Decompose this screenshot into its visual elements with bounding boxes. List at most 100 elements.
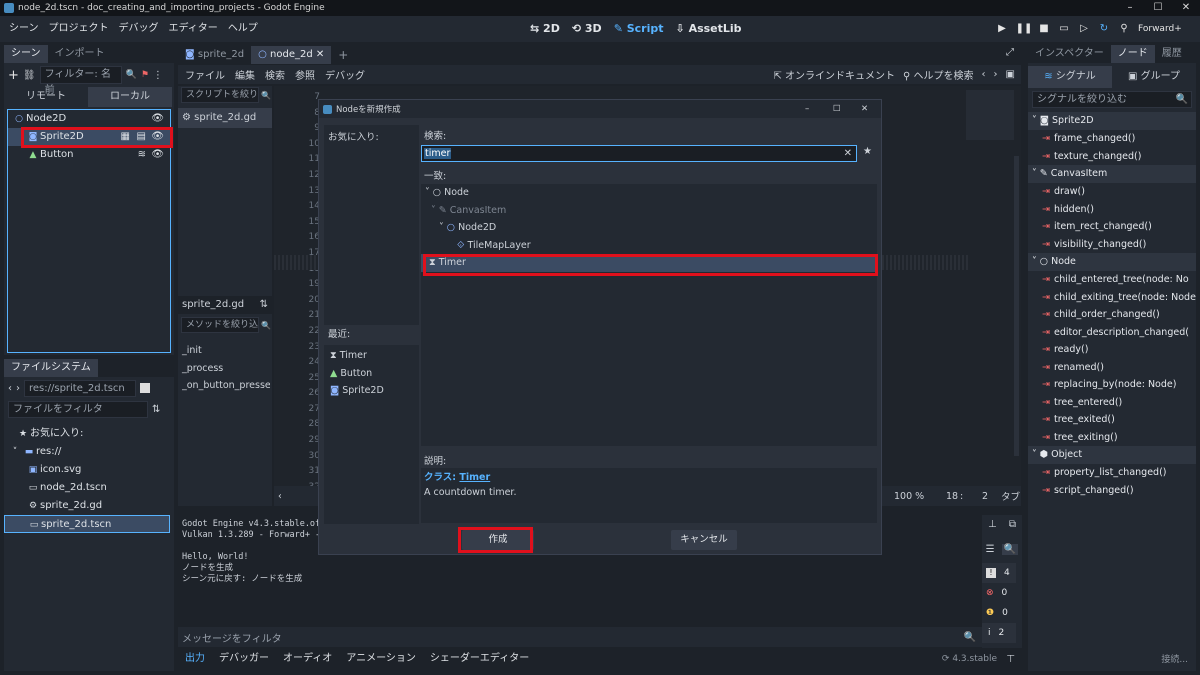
signal-filter-input[interactable]: シグナルを絞り込む 🔍 — [1032, 91, 1192, 108]
remote-debug-icon[interactable]: ▭ — [1054, 16, 1074, 42]
tab-filesystem[interactable]: ファイルシステム — [4, 359, 98, 377]
dialog-close-button[interactable]: ✕ — [861, 104, 868, 114]
sort-icon[interactable]: ⇅ — [260, 296, 268, 314]
file-item[interactable]: ▭ node_2d.tscn — [4, 479, 174, 497]
tab-output[interactable]: 出力 — [178, 650, 212, 668]
add-tab-icon[interactable]: + — [331, 46, 355, 64]
info-count[interactable]: ⅰ2 — [982, 623, 1016, 643]
signal-item[interactable]: ⇥ frame_changed() — [1028, 130, 1196, 148]
method-item[interactable]: _process — [182, 360, 270, 378]
back-icon[interactable]: ‹ — [8, 383, 12, 394]
match-node[interactable]: ˅ ○ Node — [421, 184, 877, 202]
match-tilemaplayer[interactable]: ⟐ TileMapLayer — [421, 237, 877, 255]
maximize-button[interactable]: ☐ — [1144, 0, 1172, 16]
signal-item[interactable]: ⇥ child_order_changed() — [1028, 306, 1196, 324]
tree-node-button[interactable]: ▲ Button ≋ 👁 — [8, 146, 170, 164]
collapse-icon[interactable]: ☰ — [986, 544, 995, 555]
match-node2d[interactable]: ˅ ○ Node2D — [421, 219, 877, 237]
console-filter-input[interactable]: メッセージをフィルタ — [178, 630, 282, 645]
close-window-button[interactable]: ✕ — [1172, 0, 1200, 16]
stop-icon[interactable]: ■ — [1034, 16, 1054, 42]
tab-signals[interactable]: ≋ シグナル — [1028, 66, 1112, 88]
signal-item[interactable]: ⇥ draw() — [1028, 183, 1196, 201]
signal-item[interactable]: ⇥ replacing_by(node: Node) — [1028, 376, 1196, 394]
tab-shader-editor[interactable]: シェーダーエディター — [423, 650, 536, 668]
script-menu-search[interactable]: 検索 — [260, 67, 290, 82]
file-filter-input[interactable]: ファイルをフィルタ — [8, 400, 148, 418]
signal-group[interactable]: ˅ ○ Node — [1028, 253, 1196, 271]
tab-scene[interactable]: シーン — [4, 45, 48, 63]
signal-item[interactable]: ⇥ tree_entered() — [1028, 394, 1196, 412]
dialog-minimize-button[interactable]: – — [805, 104, 809, 114]
script-filter-input[interactable]: スクリプトを絞り込む — [181, 87, 259, 103]
help-search-link[interactable]: ⚲ ヘルプを検索 — [903, 67, 974, 82]
menu-project[interactable]: プロジェクト — [44, 16, 114, 42]
close-icon[interactable]: ✕ — [316, 49, 324, 60]
workspace-3d[interactable]: ⟲ 3D — [572, 16, 602, 42]
script-menu-goto[interactable]: 参照 — [290, 67, 320, 82]
menu-help[interactable]: ヘルプ — [223, 16, 263, 42]
add-node-icon[interactable]: + — [8, 68, 19, 83]
signal-item[interactable]: ⇥ tree_exited() — [1028, 411, 1196, 429]
dialog-maximize-button[interactable]: ☐ — [833, 104, 841, 114]
signal-icon[interactable]: ≋ — [138, 146, 146, 164]
workspace-script[interactable]: ✎ Script — [614, 16, 664, 42]
tab-local[interactable]: ローカル — [88, 87, 172, 107]
tree-node-node2d[interactable]: ○ Node2D 👁 — [8, 110, 170, 128]
message-count[interactable]: ! 4 — [982, 563, 1016, 583]
tab-sprite2d[interactable]: ◙ sprite_2d — [178, 46, 251, 64]
forward-icon[interactable]: › — [16, 383, 20, 394]
connect-button[interactable]: 接続... — [1161, 652, 1188, 665]
visibility-icon[interactable]: 👁 — [151, 146, 164, 164]
method-filter-input[interactable]: メソッドを絞り込む — [181, 317, 259, 333]
workspace-assetlib[interactable]: ⇩ AssetLib — [676, 16, 742, 42]
toggle-panel-icon[interactable]: ‹ — [278, 491, 282, 502]
workspace-2d[interactable]: ⇆ 2D — [530, 16, 560, 42]
next-icon[interactable]: › — [994, 69, 998, 80]
tab-groups[interactable]: ▣ グループ — [1112, 66, 1196, 88]
tab-animation[interactable]: アニメーション — [339, 650, 423, 668]
clear-search-icon[interactable]: ✕ — [844, 146, 852, 161]
menu-debug[interactable]: デバッグ — [114, 16, 164, 42]
copy-icon[interactable]: ⧉ — [1009, 519, 1016, 530]
link-icon[interactable]: ⛓ — [23, 70, 36, 81]
file-item[interactable]: ▣ icon.svg — [4, 461, 174, 479]
panel-toggle-icon[interactable]: ▣ — [1006, 69, 1015, 80]
script-menu-file[interactable]: ファイル — [180, 67, 230, 82]
online-docs-link[interactable]: ⇱ オンラインドキュメント — [773, 67, 895, 82]
prev-icon[interactable]: ‹ — [982, 69, 986, 80]
tab-history[interactable]: 履歴 — [1155, 45, 1189, 63]
file-item[interactable]: ⚙ sprite_2d.gd — [4, 497, 174, 515]
signal-item[interactable]: ⇥ visibility_changed() — [1028, 236, 1196, 254]
star-icon[interactable]: ★ — [863, 146, 872, 157]
signal-item[interactable]: ⇥ tree_exiting() — [1028, 429, 1196, 447]
play-scene-icon[interactable]: ▷ — [1074, 16, 1094, 42]
file-item-selected[interactable]: ▭ sprite_2d.tscn — [4, 515, 170, 533]
movie-icon[interactable]: ⚲ — [1114, 16, 1134, 42]
signal-item[interactable]: ⇥ property_list_changed() — [1028, 464, 1196, 482]
tab-audio[interactable]: オーディオ — [276, 650, 339, 668]
signal-item[interactable]: ⇥ item_rect_changed() — [1028, 218, 1196, 236]
error-count[interactable]: ⊗ 0 — [982, 583, 1016, 603]
signal-item[interactable]: ⇥ child_entered_tree(node: No — [1028, 271, 1196, 289]
script-menu-debug[interactable]: デバッグ — [320, 67, 370, 82]
method-item[interactable]: _init — [182, 342, 270, 360]
script-menu-edit[interactable]: 編集 — [230, 67, 260, 82]
recent-item[interactable]: ◙ Sprite2D — [324, 382, 419, 400]
visibility-icon[interactable]: 👁 — [151, 110, 164, 128]
warning-count[interactable]: ❶0 — [982, 603, 1016, 623]
signal-item[interactable]: ⇥ texture_changed() — [1028, 148, 1196, 166]
signal-item[interactable]: ⇥ script_changed() — [1028, 482, 1196, 500]
pause-icon[interactable]: ❚❚ — [1014, 16, 1034, 42]
recent-item[interactable]: ⧗ Timer — [324, 347, 419, 365]
signal-item[interactable]: ⇥ editor_description_changed( — [1028, 324, 1196, 342]
sort-icon[interactable]: ⇅ — [152, 404, 160, 415]
signal-item[interactable]: ⇥ renamed() — [1028, 359, 1196, 377]
script-attach-icon[interactable]: ⚑ — [141, 70, 149, 80]
res-root[interactable]: ˅ ▬ res:// — [4, 443, 174, 461]
play-icon[interactable]: ▶ — [992, 16, 1012, 42]
tab-node[interactable]: ノード — [1110, 45, 1155, 63]
tab-node2d[interactable]: ○ node_2d ✕ — [251, 46, 332, 64]
renderer-select[interactable]: Forward+ — [1138, 16, 1182, 42]
pin-icon[interactable]: ⊤ — [1006, 654, 1015, 665]
